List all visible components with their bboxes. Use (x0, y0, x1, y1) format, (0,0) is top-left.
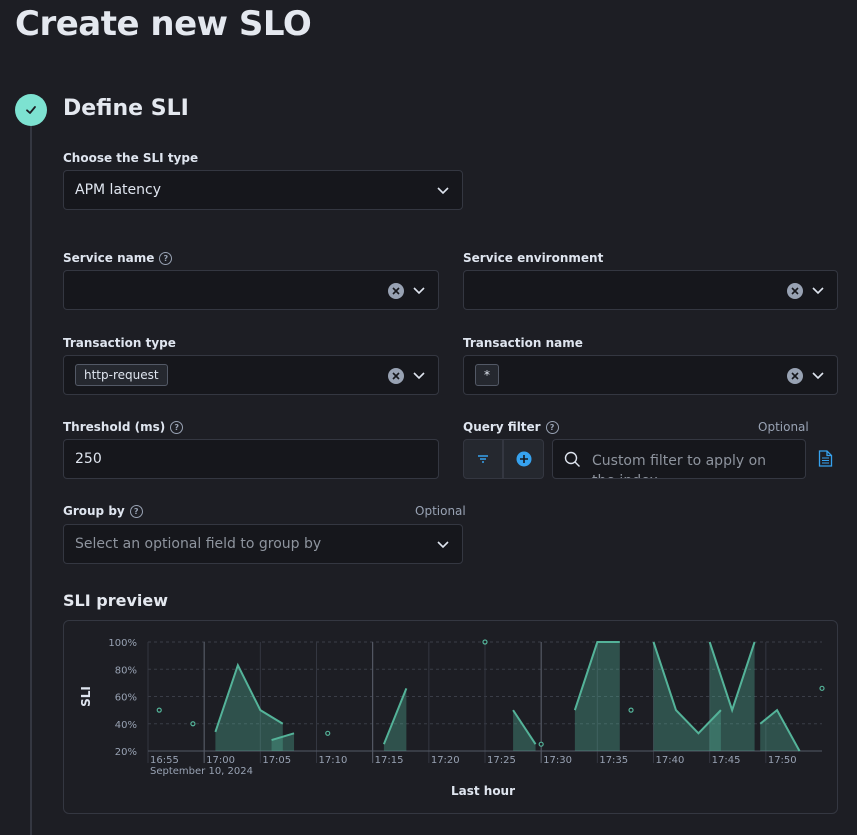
filter-menu-button[interactable] (463, 439, 503, 479)
clear-icon[interactable] (787, 368, 803, 384)
group-by-select[interactable]: Select an optional field to group by (63, 524, 463, 564)
x-tick-label: 17:00 (206, 755, 235, 766)
sli-preview-panel: 100% 80% 60% 40% 20% 16:55 17:00 17:05 17:10 17:1… (63, 620, 838, 814)
y-axis-title: SLI (79, 686, 93, 707)
transaction-name-pill: * (475, 364, 499, 386)
group-by-optional: Optional (415, 504, 466, 518)
x-tick-label: 17:20 (431, 755, 460, 766)
page-title: Create new SLO (15, 4, 312, 44)
chevron-down-icon[interactable] (412, 283, 426, 297)
transaction-type-combobox[interactable]: http-request (63, 355, 439, 395)
filter-icon (478, 455, 488, 463)
y-tick-label: 60% (115, 693, 137, 704)
clear-icon[interactable] (787, 283, 803, 299)
transaction-type-pill: http-request (75, 364, 168, 386)
y-tick-label: 40% (115, 720, 137, 731)
sli-area (574, 642, 620, 751)
chevron-down-icon (437, 187, 449, 195)
x-tick-label: 17:40 (656, 755, 685, 766)
x-tick-label: 17:10 (319, 755, 348, 766)
query-filter-input[interactable]: Custom filter to apply on the index (552, 439, 806, 479)
clear-icon[interactable] (388, 368, 404, 384)
x-tick-label: 17:35 (599, 755, 628, 766)
help-icon[interactable]: ? (129, 504, 143, 518)
sli-area (215, 665, 283, 751)
y-tick-label: 100% (108, 638, 137, 649)
help-icon[interactable]: ? (170, 420, 184, 434)
search-icon (564, 451, 580, 467)
sli-type-select[interactable]: APM latency (63, 170, 463, 210)
document-icon[interactable] (818, 450, 833, 467)
sli-type-value: APM latency (75, 182, 161, 198)
step-title: Define SLI (63, 96, 189, 121)
x-tick-label: 17:50 (768, 755, 797, 766)
x-axis-date: September 10, 2024 (150, 766, 253, 777)
chevron-down-icon (437, 541, 449, 549)
sli-point (190, 721, 196, 727)
x-tick-label: 16:55 (150, 755, 179, 766)
transaction-name-combobox[interactable]: * (463, 355, 838, 395)
y-tick-label: 20% (115, 747, 137, 758)
clear-icon[interactable] (388, 283, 404, 299)
group-by-placeholder: Select an optional field to group by (75, 536, 322, 552)
sli-point (482, 639, 488, 645)
sli-type-label: Choose the SLI type (63, 151, 199, 165)
x-tick-label: 17:05 (262, 755, 291, 766)
sli-point (325, 730, 331, 736)
service-environment-combobox[interactable] (463, 270, 838, 310)
sli-point (538, 741, 544, 747)
chevron-down-icon[interactable] (412, 368, 426, 382)
sli-preview-chart: 100% 80% 60% 40% 20% 16:55 17:00 17:05 17:10 17:1… (79, 638, 825, 798)
query-filter-placeholder: Custom filter to apply on the index (592, 453, 767, 478)
x-axis-title: Last hour (451, 784, 515, 798)
service-name-label: Service name? (63, 251, 173, 265)
chevron-down-icon[interactable] (811, 368, 825, 382)
add-filter-button[interactable] (503, 439, 544, 479)
step-complete-indicator (15, 94, 47, 126)
help-icon[interactable]: ? (545, 420, 559, 434)
threshold-label: Threshold (ms)? (63, 420, 184, 434)
group-by-label: Group by? (63, 504, 143, 518)
step-connector (30, 126, 32, 835)
help-icon[interactable]: ? (159, 251, 173, 265)
transaction-type-label: Transaction type (63, 336, 176, 350)
check-icon (26, 106, 36, 114)
sli-point (819, 685, 825, 691)
service-name-combobox[interactable] (63, 270, 439, 310)
sli-preview-title: SLI preview (63, 591, 168, 610)
x-tick-label: 17:15 (375, 755, 404, 766)
sli-point (628, 707, 634, 713)
query-filter-optional: Optional (758, 420, 809, 434)
x-tick-label: 17:25 (487, 755, 516, 766)
service-environment-label: Service environment (463, 251, 604, 265)
chevron-down-icon[interactable] (811, 283, 825, 297)
y-tick-label: 80% (115, 665, 137, 676)
x-tick-label: 17:45 (712, 755, 741, 766)
x-tick-label: 17:30 (543, 755, 572, 766)
query-filter-label: Query filter? (463, 420, 559, 434)
threshold-value: 250 (75, 451, 102, 467)
threshold-input[interactable]: 250 (63, 439, 439, 479)
plus-circle-icon (516, 451, 531, 467)
transaction-name-label: Transaction name (463, 336, 583, 350)
sli-point (156, 707, 162, 713)
